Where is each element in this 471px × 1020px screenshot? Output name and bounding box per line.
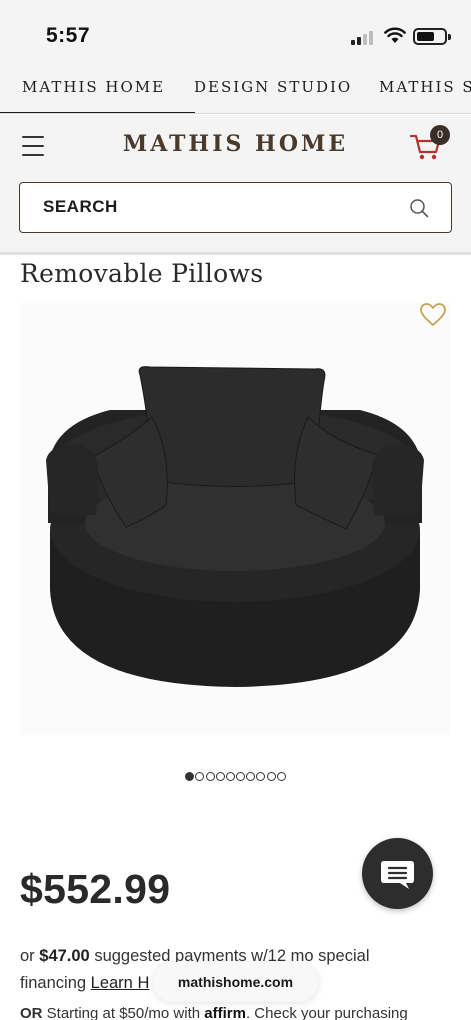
product-price: $552.99 bbox=[20, 866, 171, 912]
battery-icon bbox=[413, 28, 451, 45]
status-bar: 5:57 bbox=[0, 0, 471, 66]
affirm-logo: affirm bbox=[204, 1005, 246, 1020]
site-header: MATHIS HOME 0 bbox=[0, 115, 471, 255]
affirm-text: Starting at $50/mo with bbox=[46, 1005, 201, 1020]
gallery-dot[interactable] bbox=[205, 772, 215, 781]
tab-mathis-home[interactable]: MATHIS HOME bbox=[0, 78, 196, 113]
gallery-dot[interactable] bbox=[215, 772, 225, 781]
gallery-dot[interactable] bbox=[256, 772, 266, 781]
affirm-info: OR Starting at $50/mo with affirm. Check… bbox=[20, 1005, 408, 1020]
tab-mathis-sleep[interactable]: MATHIS S bbox=[379, 78, 471, 96]
cart-count-badge: 0 bbox=[430, 125, 450, 145]
product-title: Removable Pillows bbox=[20, 259, 264, 288]
gallery-dot[interactable] bbox=[225, 772, 235, 781]
gallery-dot[interactable] bbox=[185, 772, 195, 781]
tab-design-studio[interactable]: DESIGN STUDIO bbox=[194, 78, 352, 96]
gallery-dot[interactable] bbox=[276, 772, 286, 781]
affirm-check-link[interactable]: Check your purchasing bbox=[254, 1005, 407, 1020]
learn-more-link[interactable]: Learn H bbox=[91, 974, 150, 992]
financing-prefix: or bbox=[20, 947, 35, 965]
wishlist-heart-icon[interactable] bbox=[419, 302, 447, 328]
gallery-dot[interactable] bbox=[246, 772, 256, 781]
store-tabs: MATHIS HOME DESIGN STUDIO MATHIS S bbox=[0, 66, 471, 114]
gallery-pagination bbox=[0, 768, 471, 786]
site-logo[interactable]: MATHIS HOME bbox=[0, 131, 471, 157]
affirm-or: OR bbox=[20, 1005, 43, 1020]
gallery-dot[interactable] bbox=[195, 772, 205, 781]
gallery-dot[interactable] bbox=[266, 772, 276, 781]
browser-url-bar[interactable]: mathishome.com bbox=[153, 962, 318, 1002]
search-icon[interactable] bbox=[408, 197, 430, 219]
status-time: 5:57 bbox=[46, 24, 91, 47]
search-input[interactable] bbox=[43, 183, 403, 231]
product-image[interactable] bbox=[40, 355, 430, 690]
chat-bubble-icon bbox=[381, 861, 414, 889]
search-box bbox=[19, 182, 452, 233]
chat-button[interactable] bbox=[362, 838, 433, 909]
cellular-signal-icon bbox=[351, 30, 377, 45]
financing-amount: $47.00 bbox=[39, 947, 90, 965]
gallery-dot[interactable] bbox=[236, 772, 246, 781]
wifi-icon bbox=[384, 27, 406, 43]
